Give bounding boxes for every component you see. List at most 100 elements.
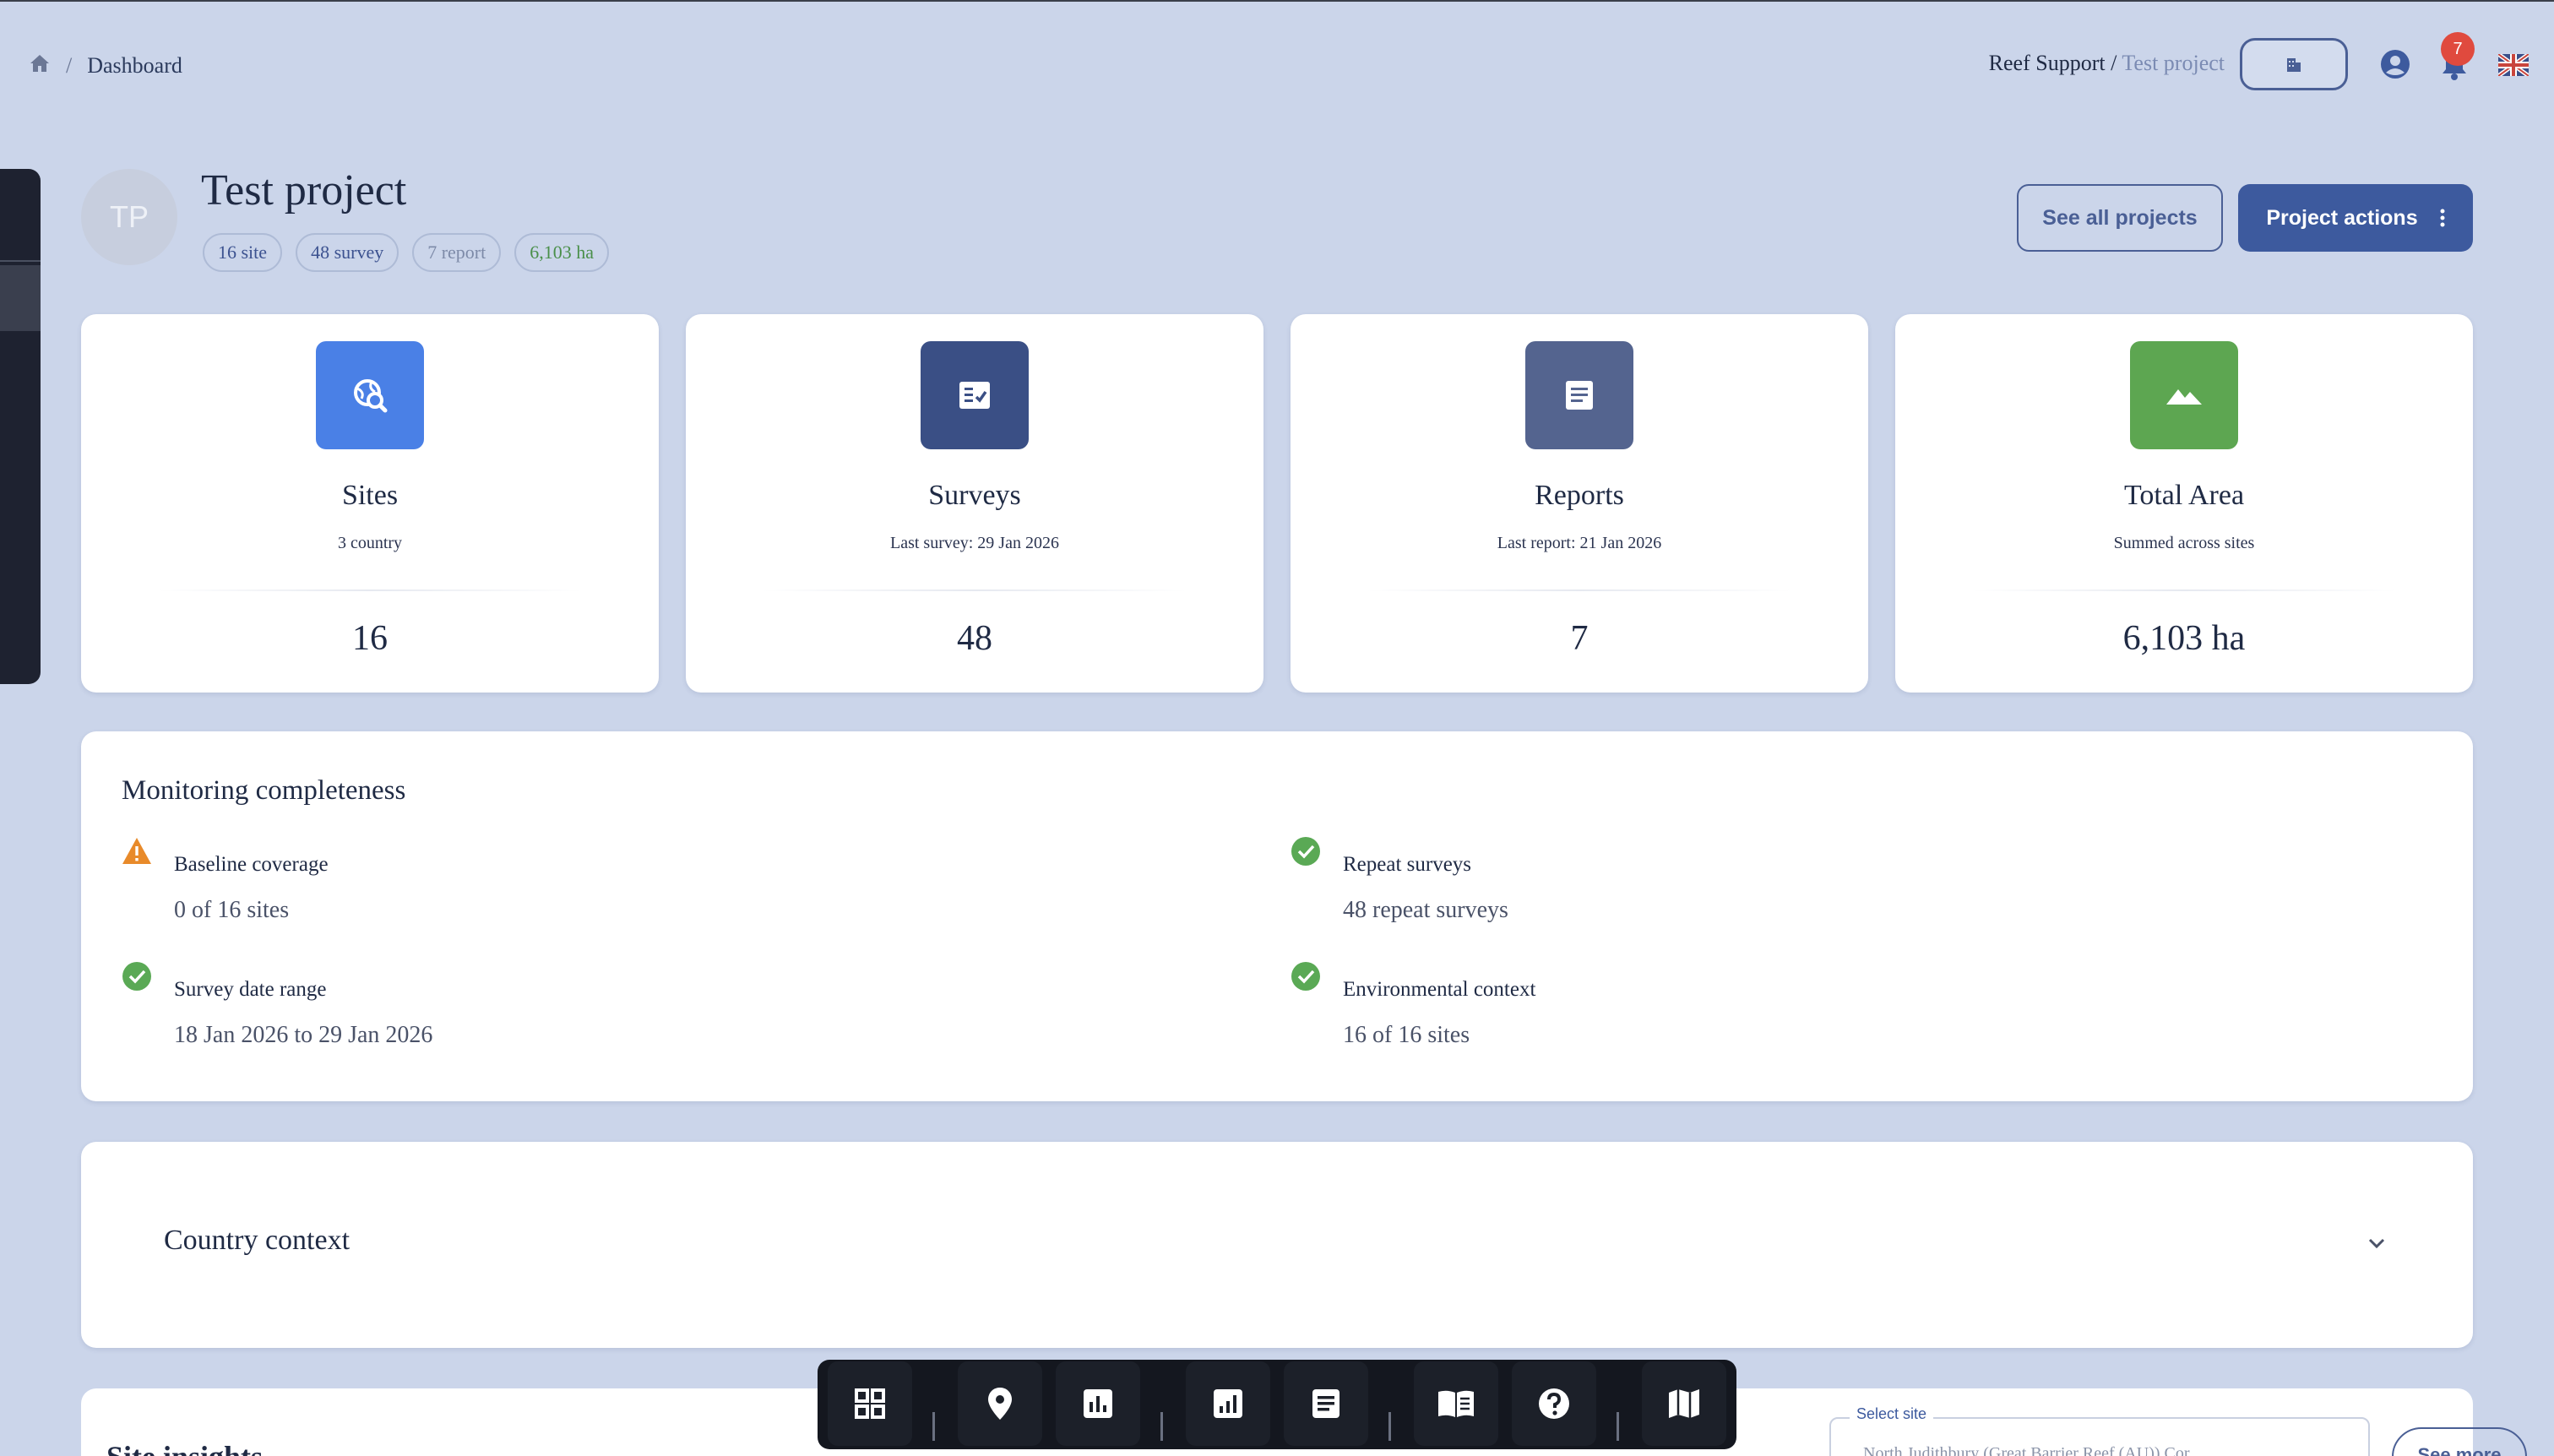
landscape-icon <box>2166 389 2202 405</box>
help-icon <box>1539 1388 1569 1419</box>
item-value: 48 repeat surveys <box>1343 897 1508 923</box>
page-title: Test project <box>201 166 407 215</box>
grid-icon <box>855 1388 885 1419</box>
building-icon <box>2287 58 2301 72</box>
current-project-link[interactable]: Test project <box>2122 51 2225 75</box>
card-divider <box>157 589 583 591</box>
sites-chip: 16 site <box>203 233 283 272</box>
card-value: 7 <box>1570 619 1589 658</box>
select-site-label: Select site <box>1850 1405 1934 1423</box>
map-icon <box>1669 1389 1699 1418</box>
card-subtitle: Last report: 21 Jan 2026 <box>1497 534 1662 552</box>
country-context-accordion[interactable]: Country context <box>81 1142 2473 1348</box>
section-title: Monitoring completeness <box>122 775 406 806</box>
dock-docs-button[interactable] <box>1414 1361 1498 1446</box>
dock-separator <box>1388 1412 1391 1441</box>
notification-count-badge: 7 <box>2441 32 2475 66</box>
breadcrumb: / Dashboard <box>29 51 182 81</box>
check-circle-icon <box>1291 962 1320 991</box>
dock-surveys-button[interactable] <box>1056 1361 1140 1446</box>
card-subtitle: Last survey: 29 Jan 2026 <box>890 534 1059 552</box>
surveys-card-icon-tile <box>921 341 1029 449</box>
chevron-down-icon[interactable] <box>2363 1230 2390 1257</box>
card-divider <box>1367 589 1792 591</box>
org-name: Reef Support <box>1988 51 2106 75</box>
reports-card-icon-tile <box>1525 341 1633 449</box>
dock-map-button[interactable] <box>1642 1361 1726 1446</box>
card-title: Sites <box>341 480 399 511</box>
card-divider <box>1971 589 2397 591</box>
card-value: 16 <box>352 619 388 658</box>
area-chip: 6,103 ha <box>514 233 610 272</box>
uk-flag-icon[interactable] <box>2498 54 2529 76</box>
project-actions-label: Project actions <box>2266 205 2418 230</box>
dock-dashboard-button[interactable] <box>828 1361 912 1446</box>
drawer-active-item[interactable] <box>0 265 41 331</box>
dock-reports-button[interactable] <box>1284 1361 1368 1446</box>
project-avatar: TP <box>81 169 177 265</box>
report-icon <box>1312 1389 1339 1418</box>
project-stat-chips: 16 site 48 survey 7 report 6,103 ha <box>203 233 610 272</box>
top-right-bar: Reef Support / Test project 7 <box>1541 32 2554 95</box>
check-circle-icon <box>122 962 151 991</box>
card-subtitle: Summed across sites <box>2113 534 2255 552</box>
dock-help-button[interactable] <box>1512 1361 1596 1446</box>
item-value: 0 of 16 sites <box>174 897 290 923</box>
drawer-divider <box>0 260 41 262</box>
bottom-dock <box>818 1360 1736 1449</box>
select-site-dropdown[interactable]: Select site North Judithbury (Great Barr… <box>1829 1405 2370 1456</box>
item-value: 16 of 16 sites <box>1343 1022 1470 1048</box>
sites-card[interactable]: Sites 3 country 16 <box>81 314 659 693</box>
surveys-card[interactable]: Surveys Last survey: 29 Jan 2026 48 <box>686 314 1263 693</box>
select-site-value: North Judithbury (Great Barrier Reef (AU… <box>1863 1444 2190 1456</box>
total-area-card-icon-tile <box>2130 341 2238 449</box>
bar-chart-icon <box>1084 1389 1112 1418</box>
dock-separator <box>932 1412 935 1441</box>
org-project-label: Reef Support / Test project <box>1989 51 2225 76</box>
window-top-border <box>0 0 2554 2</box>
card-title: Total Area <box>2123 480 2245 511</box>
warning-icon <box>122 838 151 864</box>
check-circle-icon <box>1291 837 1320 866</box>
dock-separator <box>1617 1412 1619 1441</box>
item-label: Baseline coverage <box>174 853 329 876</box>
accordion-title: Country context <box>164 1225 350 1256</box>
globe-search-icon <box>354 379 388 413</box>
document-icon <box>1566 381 1593 410</box>
home-icon[interactable] <box>29 53 51 79</box>
org-separator: / <box>2111 51 2117 75</box>
item-label: Environmental context <box>1343 978 1536 1001</box>
item-value: 18 Jan 2026 to 29 Jan 2026 <box>174 1022 433 1048</box>
reports-card[interactable]: Reports Last report: 21 Jan 2026 7 <box>1291 314 1868 693</box>
location-pin-icon <box>988 1388 1012 1420</box>
card-divider <box>762 589 1187 591</box>
monitoring-completeness-panel: Monitoring completeness Baseline coverag… <box>81 731 2473 1101</box>
reports-chip: 7 report <box>412 233 502 272</box>
book-icon <box>1438 1390 1474 1417</box>
card-title: Reports <box>1535 480 1624 511</box>
card-value: 48 <box>957 619 992 658</box>
project-actions-button[interactable]: Project actions <box>2238 184 2473 252</box>
see-all-projects-button[interactable]: See all projects <box>2017 184 2223 252</box>
more-vertical-icon <box>2440 209 2445 227</box>
card-subtitle: 3 country <box>337 534 403 552</box>
switch-organization-button[interactable] <box>2240 38 2348 90</box>
analytics-icon <box>1214 1389 1242 1418</box>
item-label: Repeat surveys <box>1343 853 1472 876</box>
checklist-icon <box>959 382 990 409</box>
side-drawer[interactable] <box>0 169 41 684</box>
breadcrumb-current[interactable]: Dashboard <box>87 53 182 79</box>
surveys-chip: 48 survey <box>296 233 399 272</box>
card-value: 6,103 ha <box>2122 619 2246 658</box>
dock-analytics-button[interactable] <box>1186 1361 1270 1446</box>
dock-separator <box>1160 1412 1163 1441</box>
account-icon[interactable] <box>2380 49 2410 79</box>
see-more-button[interactable]: See more <box>2392 1427 2527 1456</box>
section-title: Site insights <box>106 1439 263 1456</box>
breadcrumb-separator: / <box>66 53 73 78</box>
card-title: Surveys <box>928 480 1021 511</box>
sites-card-icon-tile <box>316 341 424 449</box>
item-label: Survey date range <box>174 978 327 1001</box>
dock-sites-button[interactable] <box>958 1361 1042 1446</box>
total-area-card[interactable]: Total Area Summed across sites 6,103 ha <box>1895 314 2473 693</box>
